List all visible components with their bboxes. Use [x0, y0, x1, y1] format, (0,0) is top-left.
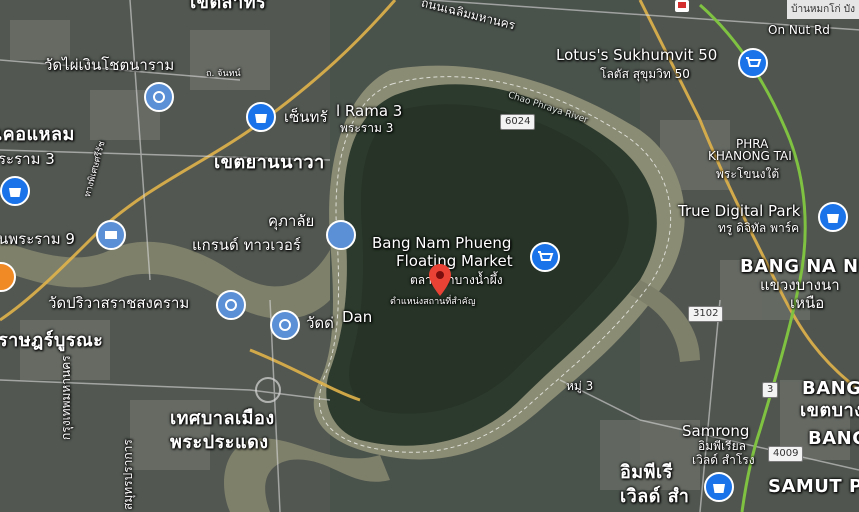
shopping-icon[interactable]: [704, 472, 734, 502]
route-shield-4009: 4009: [768, 446, 804, 462]
label-bang-right: BANG: [802, 378, 859, 399]
route-shield-3102: 3102: [688, 306, 724, 322]
route-shield-6024: 6024: [500, 114, 536, 130]
label-samrong-en: Samrong: [682, 422, 750, 440]
label-sentrix: เซ็นทรั: [284, 108, 328, 126]
station-icon[interactable]: [674, 0, 690, 14]
label-wat-phai-ngoen: วัดไผ่เงินโชตนาราม: [44, 56, 175, 74]
label-khet-yannawa: เขตยานนาวา: [214, 152, 325, 173]
label-imperial: อิมพีเรี: [620, 462, 673, 483]
shopping-icon[interactable]: [246, 102, 276, 132]
shopping-icon[interactable]: [738, 48, 768, 78]
shopping-icon[interactable]: [0, 176, 30, 206]
label-bang-na-nue-en: BANG NA NU: [740, 256, 859, 277]
label-rama3-left: ระราม 3: [0, 150, 55, 168]
label-true-digital-th: ทรู ดิจิทัล พาร์ค: [718, 221, 800, 235]
label-bang-right2: BANG: [808, 428, 859, 449]
label-bang-na-nue-th1: แขวงบางนา: [760, 276, 840, 294]
shopping-icon[interactable]: [818, 202, 848, 232]
attraction-icon[interactable]: [270, 310, 300, 340]
attraction-icon[interactable]: [326, 220, 356, 250]
label-ratburana: ราษฎร์บูรณะ: [0, 330, 104, 351]
label-market-en2: Floating Market: [396, 252, 513, 270]
label-market-en1: Bang Nam Phueng: [372, 234, 512, 252]
label-khet-bang-right: เขตบาง: [800, 400, 859, 421]
label-krungthep: กรุงเทพมหานคร: [59, 355, 73, 440]
label-phra-pradaeng: พระประแดง: [170, 432, 269, 453]
label-market-th: ตลาดน้ำบางน้ำผึ้ง: [410, 273, 503, 287]
label-true-digital-en: True Digital Park: [678, 202, 801, 220]
label-lotus-th: โลตัส สุขุมวิท 50: [600, 67, 690, 81]
attraction-icon[interactable]: [144, 82, 174, 112]
label-rama3-en: l Rama 3: [336, 102, 403, 120]
label-wat-dan: วัดด่: [306, 314, 334, 332]
label-dan: Dan: [342, 308, 373, 326]
label-thetsaban: เทศบาลเมือง: [170, 408, 275, 429]
attraction-icon[interactable]: [0, 262, 16, 292]
label-rama9: นพระราม 9: [0, 230, 75, 248]
label-phra-khanong-en2: KHANONG TAI: [708, 149, 792, 163]
label-moo3: หมู่ 3: [566, 379, 594, 393]
label-phra-khanong-th: พระโขนงใต้: [716, 167, 780, 181]
label-world-sam: เวิลด์ สำ: [620, 486, 690, 507]
label-terminal: คุภาลัย: [268, 212, 315, 230]
red-pin-icon[interactable]: [429, 264, 451, 296]
label-tho-chan: ถ. จันทน์: [206, 69, 241, 79]
label-khet-sathon: เขตสาทร: [190, 0, 267, 13]
label-samrong-th1: อิมพีเรียล: [698, 439, 746, 453]
label-pin: ตำแหน่งสถานที่สำคัญ: [390, 297, 476, 307]
label-wat-priwat: วัดปริวาสราชสงคราม: [48, 294, 190, 312]
label-samut-pr: SAMUT PR: [768, 476, 859, 497]
label-bang-na-nue-th2: เหนือ: [790, 294, 825, 312]
label-grand-tower: แกรนด์ ทาวเวอร์: [192, 236, 301, 254]
label-lotus-en: Lotus's Sukhumvit 50: [556, 46, 718, 64]
map-attribution: บ้านหมกโก่ บัง: [787, 0, 859, 19]
label-rama3-th: พระราม 3: [340, 121, 394, 135]
label-samut-prakan-v: สมุทรปราการ: [121, 439, 135, 510]
label-samrong-th2: เวิลด์ สำโรง: [692, 453, 755, 467]
shopping-icon[interactable]: [530, 242, 560, 272]
attraction-icon[interactable]: [216, 290, 246, 320]
attraction-icon[interactable]: [96, 220, 126, 250]
route-shield-3: 3: [762, 382, 779, 398]
label-bang-kho-laem: เคอแหลม: [0, 124, 75, 145]
label-on-nut: On Nut Rd: [768, 23, 830, 37]
